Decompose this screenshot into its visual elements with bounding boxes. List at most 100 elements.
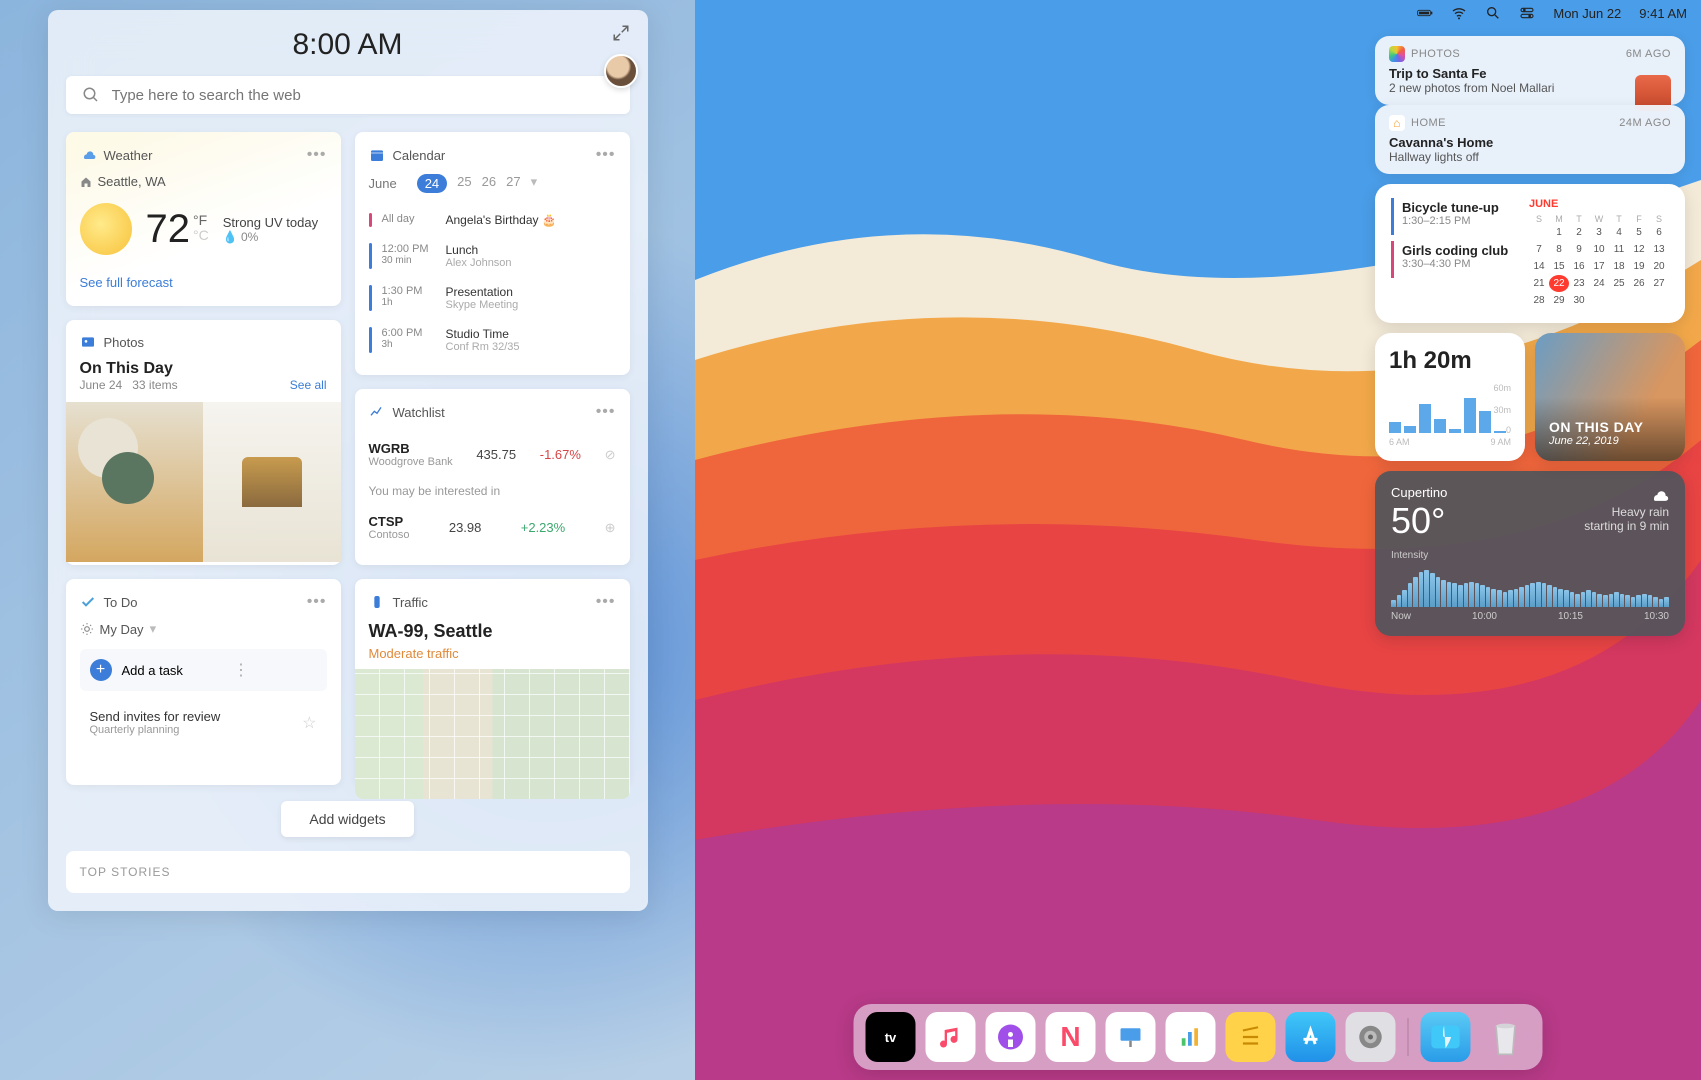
calendar-day[interactable]: 21: [1529, 275, 1549, 292]
chart-bar: [1419, 404, 1431, 433]
calendar-day[interactable]: 8: [1549, 241, 1569, 258]
control-center-icon[interactable]: [1519, 5, 1535, 21]
mini-calendar[interactable]: JUNE SMTWTFS1234567891011121314151617181…: [1529, 198, 1669, 309]
search-input[interactable]: [66, 76, 630, 114]
calendar-day[interactable]: 9: [1569, 241, 1589, 258]
dock[interactable]: tv N: [854, 1004, 1543, 1070]
add-widgets-button[interactable]: Add widgets: [281, 801, 413, 837]
calendar-event-mac[interactable]: Bicycle tune-up1:30–2:15 PM: [1391, 198, 1513, 235]
notification[interactable]: PHOTOS6m agoTrip to Santa Fe2 new photos…: [1375, 36, 1685, 105]
avatar[interactable]: [604, 54, 638, 88]
watchlist-row[interactable]: CTSPContoso 23.98 +2.23% ⊕: [369, 504, 616, 551]
todo-item[interactable]: Send invites for review Quarterly planni…: [80, 699, 327, 746]
calendar-day[interactable]: 13: [1649, 241, 1669, 258]
screentime-widget[interactable]: 1h 20m 60m 30m 0 6 AM9 AM: [1375, 333, 1525, 461]
dock-notes[interactable]: [1226, 1012, 1276, 1062]
calendar-day[interactable]: 5: [1629, 224, 1649, 241]
forecast-link[interactable]: See full forecast: [80, 275, 173, 290]
photos-seeall-link[interactable]: See all: [290, 378, 327, 392]
photos-widget[interactable]: Photos On This Day June 24 33 items See …: [66, 320, 341, 565]
traffic-icon: [369, 594, 385, 610]
calendar-days[interactable]: 24 25 26 27 ▾: [417, 174, 537, 193]
calendar-day[interactable]: 10: [1589, 241, 1609, 258]
traffic-widget[interactable]: Traffic ••• WA-99, Seattle Moderate traf…: [355, 579, 630, 785]
calendar-event[interactable]: 6:00 PM3hStudio TimeConf Rm 32/35: [369, 319, 616, 361]
calendar-day[interactable]: 23: [1569, 275, 1589, 292]
calendar-day[interactable]: 20: [1649, 258, 1669, 275]
photo-thumb[interactable]: [203, 402, 341, 562]
calendar-day[interactable]: 28: [1529, 292, 1549, 309]
watchlist-menu[interactable]: •••: [596, 403, 616, 421]
photo-strip[interactable]: [66, 402, 341, 562]
calendar-day[interactable]: 22: [1549, 275, 1569, 292]
calendar-day[interactable]: 15: [1549, 258, 1569, 275]
calendar-event-mac[interactable]: Girls coding club3:30–4:30 PM: [1391, 241, 1513, 278]
calendar-day[interactable]: 27: [1649, 275, 1669, 292]
battery-icon[interactable]: [1417, 5, 1433, 21]
notification[interactable]: ⌂HOME24m agoCavanna's HomeHallway lights…: [1375, 105, 1685, 174]
info-icon[interactable]: ⊘: [605, 447, 616, 463]
dock-numbers[interactable]: [1166, 1012, 1216, 1062]
calendar-widget-mac[interactable]: Bicycle tune-up1:30–2:15 PM Girls coding …: [1375, 184, 1685, 323]
weather-precip: 💧 0%: [223, 230, 318, 244]
calendar-day[interactable]: 2: [1569, 224, 1589, 241]
menubar-date[interactable]: Mon Jun 22: [1553, 6, 1621, 21]
calendar-event[interactable]: 12:00 PM30 minLunchAlex Johnson: [369, 235, 616, 277]
menubar-time[interactable]: 9:41 AM: [1639, 6, 1687, 21]
weather-widget-mac[interactable]: Cupertino 50° Heavy rain starting in 9 m…: [1375, 471, 1685, 636]
calendar-widget[interactable]: Calendar ••• June 24 25 26 27 ▾ All dayA…: [355, 132, 630, 375]
todo-widget[interactable]: To Do ••• My Day ▾ + Add a task ⋮ Send i…: [66, 579, 341, 785]
todo-menu[interactable]: •••: [307, 593, 327, 611]
calendar-day[interactable]: 25: [1609, 275, 1629, 292]
dock-music[interactable]: [926, 1012, 976, 1062]
calendar-day[interactable]: 24: [1589, 275, 1609, 292]
wifi-icon[interactable]: [1451, 5, 1467, 21]
calendar-event[interactable]: All dayAngela's Birthday 🎂: [369, 205, 616, 235]
calendar-day[interactable]: 17: [1589, 258, 1609, 275]
calendar-day[interactable]: 1: [1549, 224, 1569, 241]
add-icon[interactable]: ⊕: [605, 520, 616, 536]
dock-keynote[interactable]: [1106, 1012, 1156, 1062]
dock-settings[interactable]: [1346, 1012, 1396, 1062]
dock-news[interactable]: N: [1046, 1012, 1096, 1062]
calendar-day[interactable]: 11: [1609, 241, 1629, 258]
calendar-menu[interactable]: •••: [596, 146, 616, 164]
todo-list-selector[interactable]: My Day ▾: [80, 621, 327, 637]
spotlight-icon[interactable]: [1485, 5, 1501, 21]
chart-xlabel: 9 AM: [1490, 437, 1511, 447]
todo-add-task[interactable]: + Add a task ⋮: [80, 649, 327, 691]
weather-widget[interactable]: Weather ••• Seattle, WA 72 °F°C Strong U…: [66, 132, 341, 306]
calendar-day[interactable]: 3: [1589, 224, 1609, 241]
calendar-day[interactable]: 4: [1609, 224, 1629, 241]
calendar-event[interactable]: 1:30 PM1hPresentationSkype Meeting: [369, 277, 616, 319]
dock-podcasts[interactable]: [986, 1012, 1036, 1062]
dock-tv[interactable]: tv: [866, 1012, 916, 1062]
chart-bar: [1424, 570, 1429, 607]
calendar-day[interactable]: 29: [1549, 292, 1569, 309]
star-icon[interactable]: ☆: [302, 713, 316, 733]
chart-bar: [1497, 590, 1502, 607]
calendar-day[interactable]: 7: [1529, 241, 1549, 258]
on-this-day-widget[interactable]: ON THIS DAY June 22, 2019: [1535, 333, 1685, 461]
calendar-day[interactable]: 19: [1629, 258, 1649, 275]
expand-icon[interactable]: [612, 24, 630, 42]
search-field[interactable]: [112, 87, 614, 104]
watchlist-row[interactable]: WGRBWoodgrove Bank 435.75 -1.67% ⊘: [369, 431, 616, 478]
calendar-day[interactable]: 14: [1529, 258, 1549, 275]
menubar[interactable]: Mon Jun 22 9:41 AM: [695, 0, 1701, 26]
dock-finder[interactable]: [1421, 1012, 1471, 1062]
calendar-day[interactable]: 26: [1629, 275, 1649, 292]
dock-appstore[interactable]: [1286, 1012, 1336, 1062]
traffic-map[interactable]: [355, 669, 630, 799]
calendar-day[interactable]: 6: [1649, 224, 1669, 241]
chart-bar: [1441, 580, 1446, 607]
calendar-day[interactable]: 30: [1569, 292, 1589, 309]
dock-trash[interactable]: [1481, 1012, 1531, 1062]
traffic-menu[interactable]: •••: [596, 593, 616, 611]
photo-thumb[interactable]: [66, 402, 204, 562]
calendar-day[interactable]: 12: [1629, 241, 1649, 258]
calendar-day[interactable]: 16: [1569, 258, 1589, 275]
calendar-day[interactable]: 18: [1609, 258, 1629, 275]
weather-menu[interactable]: •••: [307, 146, 327, 164]
watchlist-widget[interactable]: Watchlist ••• WGRBWoodgrove Bank 435.75 …: [355, 389, 630, 565]
